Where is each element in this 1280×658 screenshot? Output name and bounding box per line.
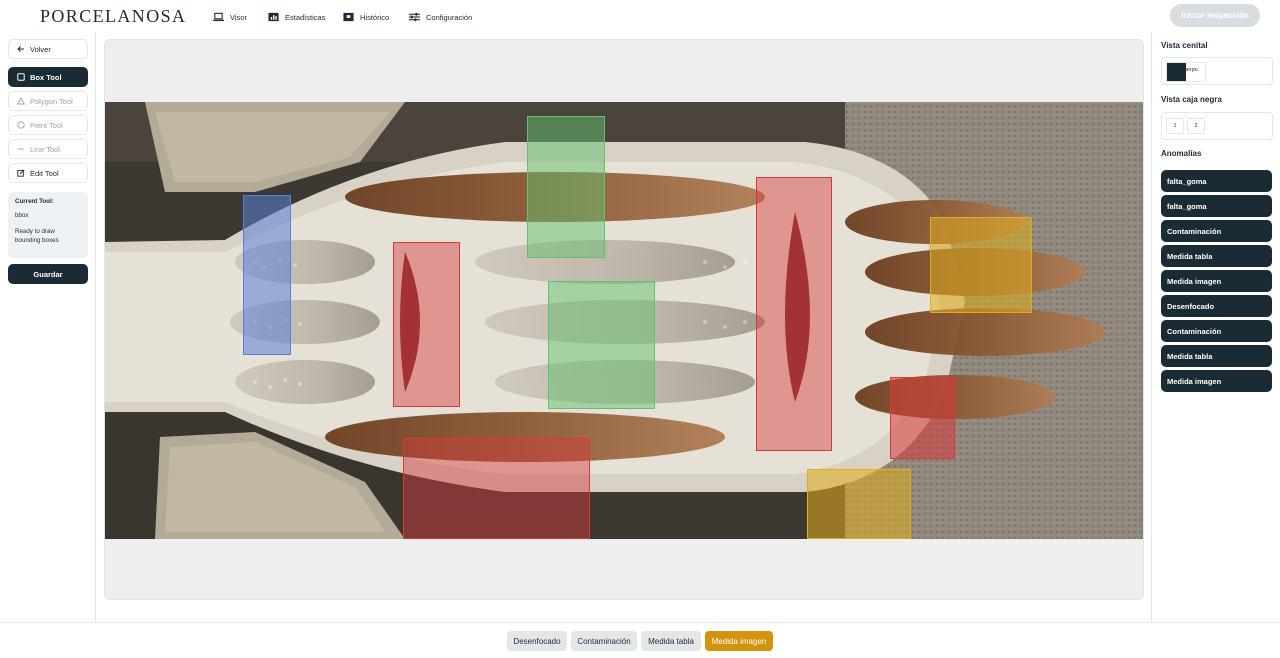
nav-estadisticas[interactable]: Estadísticas bbox=[268, 10, 325, 24]
current-tool-panel: Current Tool: bbox Ready to draw boundin… bbox=[8, 192, 88, 258]
back-label: Volver bbox=[30, 44, 51, 54]
nav-visor[interactable]: Visor bbox=[213, 10, 247, 24]
current-tool-value: bbox bbox=[15, 211, 29, 219]
sliders-icon bbox=[409, 12, 420, 22]
nav-historico[interactable]: Histórico bbox=[343, 10, 389, 24]
line-tool-label: Line Tool bbox=[30, 144, 60, 154]
bbox-green[interactable] bbox=[527, 116, 605, 258]
current-tool-title: Current Tool: bbox=[15, 198, 54, 205]
nav-estadisticas-label: Estadísticas bbox=[285, 12, 326, 22]
bbox-red[interactable] bbox=[756, 177, 832, 451]
anomaly-item[interactable]: Desenfocado bbox=[1161, 295, 1272, 317]
anomaly-item[interactable]: Medida tabla bbox=[1161, 245, 1272, 267]
laptop-icon bbox=[213, 12, 224, 22]
box-tool-button[interactable]: Box Tool bbox=[8, 67, 88, 87]
bbox-red[interactable] bbox=[890, 377, 955, 459]
nav-configuracion[interactable]: Configuración bbox=[409, 10, 472, 24]
inspection-image[interactable] bbox=[105, 102, 1143, 539]
views-sidebar: Vista cenital cuerpo Vista caja negra 1 … bbox=[1151, 32, 1280, 622]
caja-view-2[interactable]: 2 bbox=[1187, 118, 1205, 134]
vista-cenital-title: Vista cenital bbox=[1161, 41, 1208, 50]
anomaly-item[interactable]: Contaminación bbox=[1161, 320, 1272, 342]
anomaly-item[interactable]: Medida tabla bbox=[1161, 345, 1272, 367]
class-chip-contaminacion[interactable]: Contaminación bbox=[571, 631, 637, 651]
start-inspection-button[interactable]: Iniciar inspección bbox=[1170, 4, 1260, 27]
annotation-canvas[interactable] bbox=[104, 39, 1144, 600]
cuerpo-thumbnail[interactable]: cuerpo bbox=[1166, 62, 1206, 82]
square-icon bbox=[17, 73, 25, 81]
line-tool-button[interactable]: Line Tool bbox=[8, 139, 88, 159]
anomaly-item[interactable]: Contaminación bbox=[1161, 220, 1272, 242]
vista-caja-negra-title: Vista caja negra bbox=[1161, 95, 1222, 104]
current-tool-status: Ready to draw bounding boxes bbox=[15, 228, 59, 245]
nav-visor-label: Visor bbox=[230, 12, 247, 22]
anomaly-item[interactable]: falta_goma bbox=[1161, 195, 1272, 217]
box-tool-label: Box Tool bbox=[30, 72, 62, 82]
tools-sidebar: Volver Box Tool Polygon Tool Point Tool … bbox=[0, 32, 96, 622]
caja-view-1[interactable]: 1 bbox=[1166, 118, 1184, 134]
class-chip-desenfocado[interactable]: Desenfocado bbox=[507, 631, 567, 651]
class-chip-medida-tabla[interactable]: Medida tabla bbox=[641, 631, 701, 651]
top-header: PORCELANOSA Visor Estadísticas Histórico… bbox=[0, 0, 1280, 32]
polygon-tool-label: Polygon Tool bbox=[30, 96, 73, 106]
anomaly-item[interactable]: falta_goma bbox=[1161, 170, 1272, 192]
minus-icon bbox=[18, 148, 24, 150]
cuerpo-label: cuerpo bbox=[1181, 67, 1198, 73]
nav-configuracion-label: Configuración bbox=[426, 12, 473, 22]
anomaly-item[interactable]: Medida imagen bbox=[1161, 370, 1272, 392]
edit-tool-button[interactable]: Edit Tool bbox=[8, 163, 88, 183]
brand-logo: PORCELANOSA bbox=[40, 6, 187, 26]
anomalias-title: Anomalías bbox=[1161, 149, 1202, 158]
triangle-icon bbox=[17, 97, 25, 105]
bar-chart-icon bbox=[268, 12, 279, 22]
polygon-tool-button[interactable]: Polygon Tool bbox=[8, 91, 88, 111]
vista-caja-negra-panel: 1 2 bbox=[1161, 112, 1273, 140]
circle-icon bbox=[17, 121, 25, 129]
nav-historico-label: Histórico bbox=[360, 12, 390, 22]
arrow-left-icon bbox=[17, 46, 24, 52]
bbox-green[interactable] bbox=[548, 281, 655, 409]
bbox-blue[interactable] bbox=[243, 195, 291, 355]
vista-cenital-panel: cuerpo bbox=[1161, 57, 1273, 85]
edit-tool-label: Edit Tool bbox=[30, 168, 59, 178]
edit-icon bbox=[17, 169, 25, 177]
archive-icon bbox=[343, 12, 354, 22]
bbox-red[interactable] bbox=[393, 242, 460, 407]
bbox-yellow[interactable] bbox=[807, 469, 911, 539]
class-chip-medida-imagen[interactable]: Medida imagen bbox=[705, 631, 773, 651]
bbox-red[interactable] bbox=[403, 438, 590, 539]
save-button[interactable]: Guardar bbox=[8, 264, 88, 284]
bbox-yellow[interactable] bbox=[930, 217, 1032, 313]
point-tool-button[interactable]: Point Tool bbox=[8, 115, 88, 135]
point-tool-label: Point Tool bbox=[30, 120, 63, 130]
anomaly-item[interactable]: Medida imagen bbox=[1161, 270, 1272, 292]
anomaly-class-bar: Desenfocado Contaminación Medida tabla M… bbox=[0, 622, 1280, 658]
back-button[interactable]: Volver bbox=[8, 39, 88, 59]
